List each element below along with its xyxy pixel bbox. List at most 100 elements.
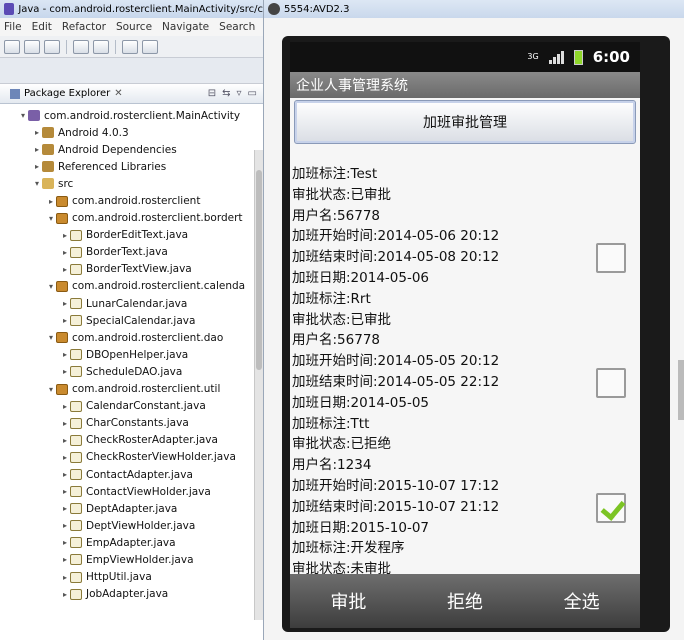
collapsed-arrow-icon[interactable]: ▸ [60,555,70,564]
overtime-record-list[interactable]: 加班标注:Test 审批状态:已审批 用户名:56778 加班开始时间:2014-05… [290,164,640,574]
expanded-arrow-icon[interactable]: ▾ [46,282,56,291]
expanded-arrow-icon[interactable]: ▾ [32,179,42,188]
record-checkbox[interactable] [596,243,626,274]
collapsed-arrow-icon[interactable]: ▸ [60,367,70,376]
record-field: 加班标注:Test [292,166,378,182]
tree-item[interactable]: ▸ DeptViewHolder.java [0,517,263,534]
select-all-button[interactable]: 全选 [532,588,632,614]
action-bar: 审批 拒绝 全选 [290,574,640,628]
open-folder-icon[interactable] [142,39,158,54]
collapsed-arrow-icon[interactable]: ▸ [60,299,70,308]
collapsed-arrow-icon[interactable]: ▸ [60,350,70,359]
tree-scrollbar[interactable] [254,150,263,620]
record-field: 加班标注:Rrt [292,290,371,307]
java-icon [70,537,82,549]
menu-search[interactable]: Search [219,21,255,33]
collapsed-arrow-icon[interactable]: ▸ [60,419,70,428]
collapsed-arrow-icon[interactable]: ▸ [60,436,70,445]
reject-button[interactable]: 拒绝 [415,588,515,614]
android-sdk-icon[interactable] [73,39,89,54]
collapsed-arrow-icon[interactable]: ▸ [60,265,70,274]
collapse-all-icon[interactable]: ⊟ [208,88,216,99]
avd-manager-icon[interactable] [93,39,109,54]
network-type: 3G [527,52,539,61]
tree-item[interactable]: ▾ com.android.rosterclient.dao [0,329,263,346]
tree-item[interactable]: ▸ Android Dependencies [0,141,263,158]
expanded-arrow-icon[interactable]: ▾ [46,333,56,342]
tree-item[interactable]: ▸ DeptAdapter.java [0,500,263,517]
tree-item[interactable]: ▸ EmpViewHolder.java [0,551,263,568]
checklist-icon[interactable] [122,39,138,54]
tree-item[interactable]: ▸ CalendarConstant.java [0,398,263,415]
expanded-arrow-icon[interactable]: ▾ [46,385,56,394]
tree-item[interactable]: ▸ LunarCalendar.java [0,295,263,312]
collapsed-arrow-icon[interactable]: ▸ [32,162,42,171]
tree-item[interactable]: ▾ com.android.rosterclient.calenda [0,278,263,295]
tree-item[interactable]: ▸ BorderTextView.java [0,261,263,278]
tree-item[interactable]: ▸ CharConstants.java [0,415,263,432]
tree-item[interactable]: ▸ ContactAdapter.java [0,466,263,483]
collapsed-arrow-icon[interactable]: ▸ [60,504,70,513]
collapsed-arrow-icon[interactable]: ▸ [60,470,70,479]
collapsed-arrow-icon[interactable]: ▸ [32,145,42,154]
tree-item[interactable]: ▸ BorderEditText.java [0,227,263,244]
minimize-icon[interactable]: ▭ [248,88,257,99]
close-icon[interactable]: ✕ [114,88,122,99]
menu-file[interactable]: File [4,21,22,33]
tree-item[interactable]: ▸ JobAdapter.java [0,586,263,603]
tree-item[interactable]: ▾ src [0,175,263,192]
tree-item[interactable]: ▸ Android 4.0.3 [0,124,263,141]
tree-item[interactable]: ▸ com.android.rosterclient [0,192,263,209]
collapsed-arrow-icon[interactable]: ▸ [60,573,70,582]
overtime-record[interactable]: 加班标注:Rrt 审批状态:已审批 用户名:56778 加班开始时间:2014-05-… [290,289,640,414]
tree-item[interactable]: ▸ EmpAdapter.java [0,534,263,551]
menu-source[interactable]: Source [116,21,152,33]
tree-item[interactable]: ▸ ContactViewHolder.java [0,483,263,500]
tree-item[interactable]: ▸ Referenced Libraries [0,158,263,175]
overtime-record[interactable]: 加班标注:Test 审批状态:已审批 用户名:56778 加班开始时间:2014-05… [290,164,640,289]
tree-item[interactable]: ▾ com.android.rosterclient.MainActivity [0,107,263,124]
collapsed-arrow-icon[interactable]: ▸ [32,128,42,137]
collapsed-arrow-icon[interactable]: ▸ [60,402,70,411]
expanded-arrow-icon[interactable]: ▾ [18,111,28,120]
eclipse-window: Java - com.android.rosterclient.MainActi… [0,0,264,640]
approve-button[interactable]: 审批 [298,588,398,614]
overtime-approval-button[interactable]: 加班审批管理 [294,100,636,144]
lib-icon [42,127,54,139]
overtime-record[interactable]: 加班标注:Ttt 审批状态:已拒绝 用户名:1234 加班开始时间:2015-10-0… [290,414,640,539]
tree-item[interactable]: ▸ SpecialCalendar.java [0,312,263,329]
collapsed-arrow-icon[interactable]: ▸ [60,521,70,530]
tree-item[interactable]: ▸ CheckRosterAdapter.java [0,432,263,449]
collapsed-arrow-icon[interactable]: ▸ [60,248,70,257]
menu-navigate[interactable]: Navigate [162,21,209,33]
tree-item[interactable]: ▸ DBOpenHelper.java [0,346,263,363]
tree-item[interactable]: ▸ ScheduleDAO.java [0,363,263,380]
collapsed-arrow-icon[interactable]: ▸ [46,197,56,206]
java-icon [70,315,82,327]
collapsed-arrow-icon[interactable]: ▸ [60,590,70,599]
expanded-arrow-icon[interactable]: ▾ [46,214,56,223]
tree-item[interactable]: ▾ com.android.rosterclient.bordert [0,210,263,227]
save-icon[interactable] [24,39,40,54]
collapsed-arrow-icon[interactable]: ▸ [60,231,70,240]
package-explorer-title[interactable]: Package Explorer [24,88,110,99]
record-checkbox[interactable] [596,367,626,398]
print-icon[interactable] [44,39,60,54]
menu-refactor[interactable]: Refactor [62,21,106,33]
tree-item[interactable]: ▸ BorderText.java [0,244,263,261]
view-menu-icon[interactable]: ▿ [237,88,242,99]
overtime-record[interactable]: 加班标注:开发程序 审批状态:未审批 [290,538,640,574]
tree-item[interactable]: ▾ com.android.rosterclient.util [0,381,263,398]
scrollbar-thumb[interactable] [256,170,262,370]
new-icon[interactable] [4,39,20,54]
collapsed-arrow-icon[interactable]: ▸ [60,538,70,547]
tree-item[interactable]: ▸ CheckRosterViewHolder.java [0,449,263,466]
link-editor-icon[interactable]: ⇆ [222,88,230,99]
collapsed-arrow-icon[interactable]: ▸ [60,453,70,462]
pkg-icon [56,332,68,344]
record-checkbox-checked[interactable] [596,492,626,523]
menu-edit[interactable]: Edit [32,21,52,33]
collapsed-arrow-icon[interactable]: ▸ [60,316,70,325]
tree-item[interactable]: ▸ HttpUtil.java [0,569,263,586]
collapsed-arrow-icon[interactable]: ▸ [60,487,70,496]
